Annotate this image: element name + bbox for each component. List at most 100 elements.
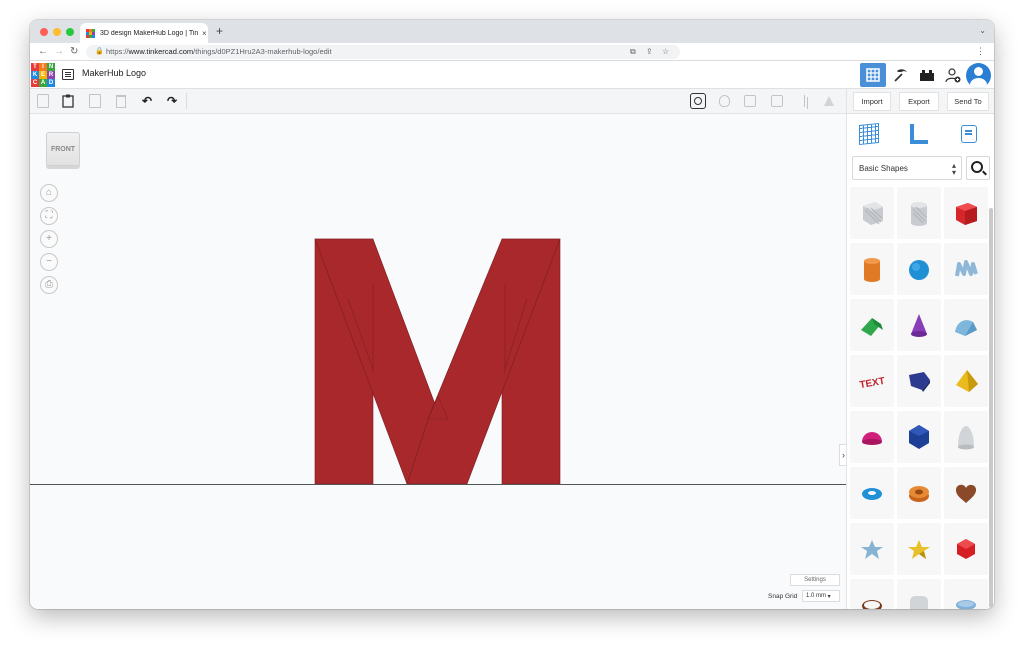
lock-icon: 🔒 xyxy=(95,48,104,55)
brick-icon xyxy=(920,70,934,81)
polygon-shape[interactable] xyxy=(897,355,941,407)
mirror-icon[interactable] xyxy=(822,94,836,108)
show-all-eye-icon[interactable] xyxy=(690,93,706,109)
invite-user-button[interactable] xyxy=(940,63,966,87)
delete-trash-icon[interactable] xyxy=(114,94,128,108)
shape-grid: TEXT xyxy=(850,187,988,609)
tab-close-icon[interactable]: × xyxy=(202,29,207,38)
settings-button[interactable]: Settings xyxy=(790,574,840,586)
box-shape[interactable] xyxy=(944,187,988,239)
text-shape[interactable]: TEXT xyxy=(850,355,894,407)
hemisphere-hole-shape[interactable] xyxy=(944,579,988,609)
copy-icon[interactable] xyxy=(36,94,50,108)
star-shape[interactable] xyxy=(897,523,941,575)
paraboloid-shape[interactable] xyxy=(944,411,988,463)
minecraft-view-button[interactable] xyxy=(888,63,914,87)
note-lightbulb-icon[interactable] xyxy=(717,94,731,108)
ungroup-icon[interactable] xyxy=(770,94,784,108)
svg-text:TEXT: TEXT xyxy=(859,376,886,391)
send-to-button[interactable]: Send To xyxy=(947,92,989,111)
grid-view-icon xyxy=(866,68,880,82)
group-icon[interactable] xyxy=(743,94,757,108)
round-box-shape[interactable] xyxy=(897,579,941,609)
shape-library-select[interactable]: Basic Shapes ▴ ▾ xyxy=(852,156,962,180)
cylinder-hole-shape[interactable] xyxy=(897,187,941,239)
workplane-ground-line xyxy=(30,484,846,485)
torus-shape[interactable] xyxy=(850,467,894,519)
app-header: T I N K E R C A D MakerHub Logo xyxy=(30,61,994,89)
shape-library-value: Basic Shapes xyxy=(859,163,908,173)
sphere-shape[interactable] xyxy=(897,243,941,295)
export-button[interactable]: Export xyxy=(899,92,939,111)
tinkercad-logo[interactable]: T I N K E R C A D xyxy=(31,63,55,87)
notes-tab[interactable] xyxy=(954,119,984,149)
design-list-icon[interactable] xyxy=(62,69,74,80)
share-icon[interactable]: ⇪ xyxy=(646,45,653,59)
ruler-tab[interactable] xyxy=(904,119,934,149)
paste-icon[interactable] xyxy=(61,94,75,108)
3d-design-view-button[interactable] xyxy=(860,63,886,87)
snap-grid-select[interactable]: 1.0 mm ▾ xyxy=(802,590,840,602)
zoom-window-button[interactable] xyxy=(66,28,74,36)
gem-shape[interactable] xyxy=(944,523,988,575)
round-roof-shape[interactable] xyxy=(944,299,988,351)
note-icon xyxy=(961,125,977,143)
bricks-view-button[interactable] xyxy=(914,63,940,87)
design-title[interactable]: MakerHub Logo xyxy=(82,68,146,78)
close-window-button[interactable] xyxy=(40,28,48,36)
m-letter-model[interactable] xyxy=(30,114,846,609)
ruler-icon xyxy=(910,124,928,144)
google-lens-icon[interactable]: ⧉ xyxy=(630,45,636,59)
cylinder-shape[interactable] xyxy=(850,243,894,295)
logo-letter: I xyxy=(39,63,47,71)
scribble-shape[interactable] xyxy=(944,243,988,295)
star-hole-shape[interactable] xyxy=(850,523,894,575)
ring-shape[interactable] xyxy=(850,579,894,609)
browser-window: 3D design MakerHub Logo | Tinkercad × + … xyxy=(30,20,994,609)
icosahedron-shape[interactable] xyxy=(897,411,941,463)
toolbar-divider xyxy=(186,93,187,109)
collapse-panel-chevron-icon[interactable]: › xyxy=(839,444,846,466)
tab-title: 3D design MakerHub Logo | Tinkercad xyxy=(100,29,198,37)
url-prefix: https:// xyxy=(106,47,129,56)
reload-icon[interactable]: ↻ xyxy=(70,45,78,59)
search-icon[interactable] xyxy=(966,156,990,180)
panel-scrollbar[interactable] xyxy=(989,208,993,608)
half-sphere-shape[interactable] xyxy=(850,411,894,463)
roof-shape[interactable] xyxy=(850,299,894,351)
shapes-panel: Basic Shapes ▴ ▾ TEXT xyxy=(846,114,994,609)
heart-shape[interactable] xyxy=(944,467,988,519)
action-bar: Import Export Send To xyxy=(846,89,994,114)
browser-toolbar: ← → ↻ 🔒 https://www.tinkercad.com/things/… xyxy=(30,43,994,61)
user-avatar[interactable] xyxy=(966,63,991,88)
pyramid-shape[interactable] xyxy=(944,355,988,407)
select-arrows-icon: ▴ ▾ xyxy=(951,161,956,177)
workplane-canvas[interactable]: FRONT ⌂ ⛶ + − ⎙ › Settings Snap Grid 1.0… xyxy=(30,114,846,609)
address-bar[interactable]: 🔒 https://www.tinkercad.com/things/d0PZ1H… xyxy=(86,45,680,59)
logo-letter: A xyxy=(39,79,47,87)
forward-arrow-icon[interactable]: → xyxy=(54,45,64,59)
workplane-tab[interactable] xyxy=(854,119,884,149)
logo-letter: R xyxy=(47,71,55,79)
logo-letter: K xyxy=(31,71,39,79)
tube-shape[interactable] xyxy=(897,467,941,519)
browser-menu-icon[interactable]: ⋮ xyxy=(976,46,985,57)
box-hole-shape[interactable] xyxy=(850,187,894,239)
align-icon[interactable] xyxy=(797,94,811,108)
back-arrow-icon[interactable]: ← xyxy=(38,45,48,59)
logo-letter: T xyxy=(31,63,39,71)
bookmark-star-icon[interactable]: ☆ xyxy=(662,45,669,59)
import-button[interactable]: Import xyxy=(853,92,891,111)
workplane-grid-icon xyxy=(859,122,879,146)
redo-arrow-icon[interactable]: ↷ xyxy=(165,94,179,108)
cone-shape[interactable] xyxy=(897,299,941,351)
pickaxe-icon xyxy=(894,69,907,82)
duplicate-icon[interactable] xyxy=(88,94,102,108)
tab-search-chevron-icon[interactable]: ⌄ xyxy=(979,26,986,35)
new-tab-button[interactable]: + xyxy=(216,25,223,37)
browser-tab[interactable]: 3D design MakerHub Logo | Tinkercad × xyxy=(80,23,208,43)
logo-letter: N xyxy=(47,63,55,71)
undo-arrow-icon[interactable]: ↶ xyxy=(140,94,154,108)
minimize-window-button[interactable] xyxy=(53,28,61,36)
url-host: www.tinkercad.com xyxy=(128,47,194,56)
